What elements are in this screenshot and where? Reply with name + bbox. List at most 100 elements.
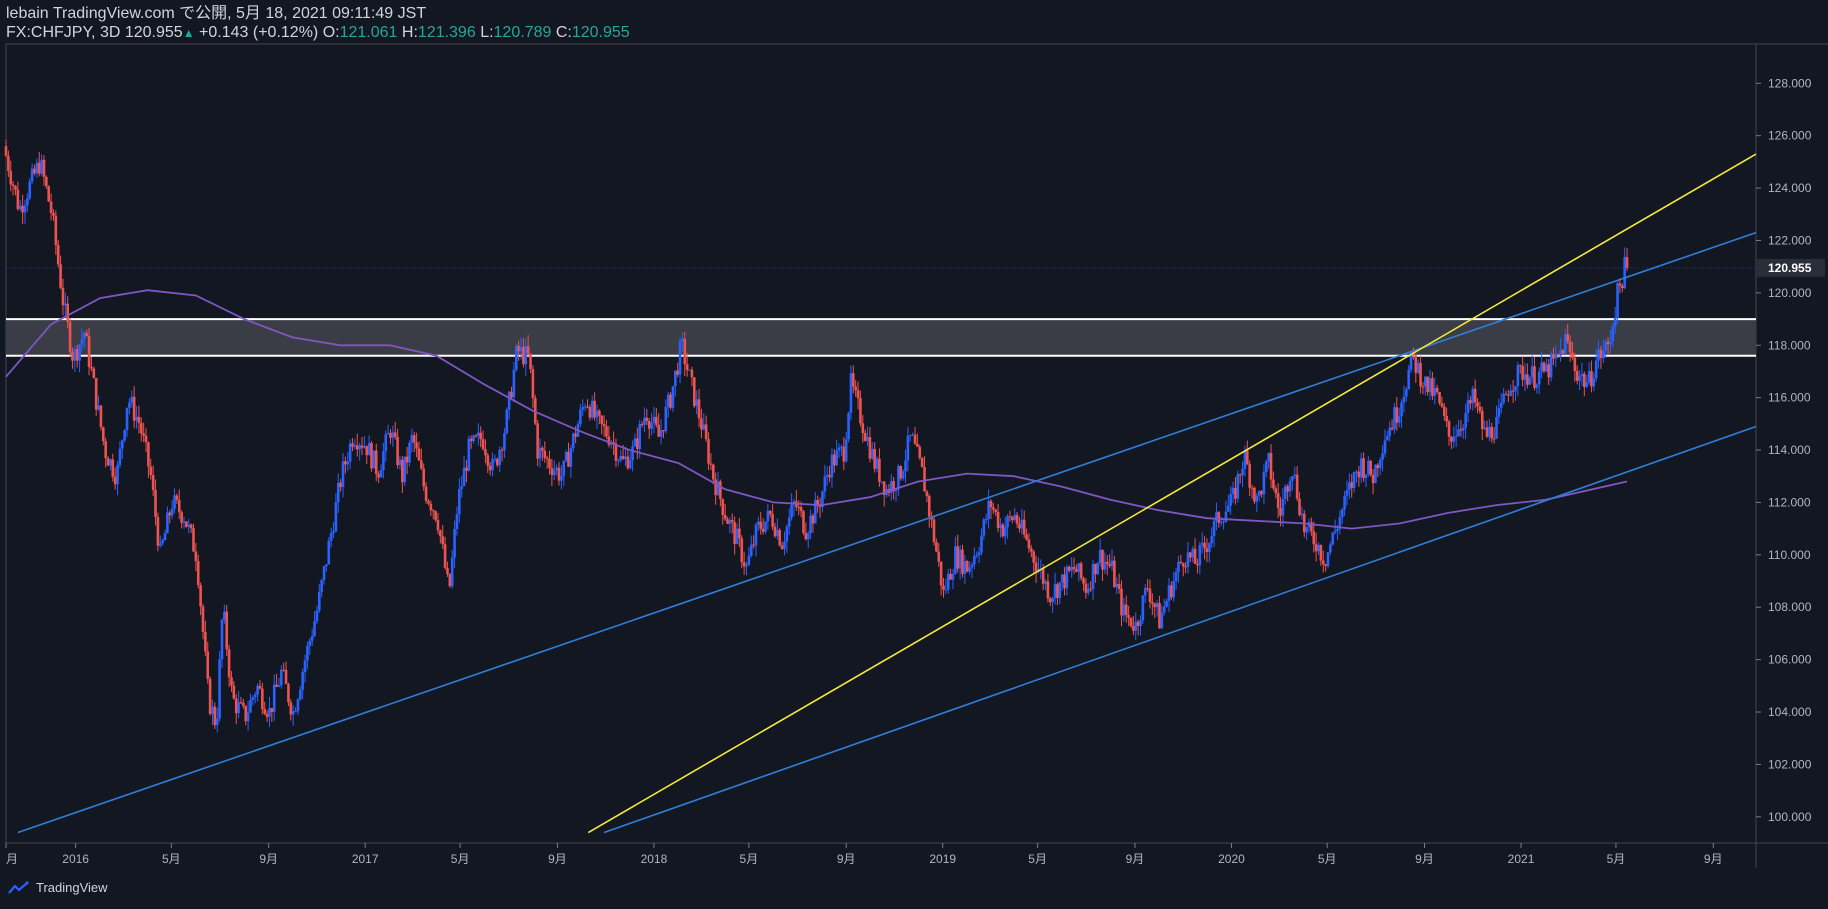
candle — [7, 150, 10, 178]
candle-body — [1177, 561, 1180, 573]
candle-body — [522, 346, 525, 365]
candle — [790, 493, 793, 521]
candle-body — [1208, 543, 1211, 553]
price-tick-label: 100.000 — [1768, 810, 1812, 824]
candle-body — [1222, 521, 1225, 523]
candle — [1167, 578, 1171, 612]
candle — [1530, 355, 1534, 384]
candle — [809, 509, 812, 540]
candle-body — [510, 391, 513, 398]
candle-body — [823, 476, 827, 492]
candle-body — [1084, 583, 1088, 593]
candle — [1442, 403, 1446, 421]
candle-body — [192, 528, 195, 552]
candle-body — [870, 448, 874, 459]
candle-body — [377, 473, 380, 478]
candle — [958, 545, 962, 580]
candle-body — [1293, 474, 1297, 477]
candle — [1177, 556, 1180, 583]
candle-body — [458, 489, 461, 515]
candle-body — [1552, 355, 1555, 359]
candle-body — [1210, 536, 1213, 544]
candle — [1222, 518, 1225, 530]
candle-body — [1526, 374, 1529, 385]
candle — [1459, 420, 1463, 437]
candle-body — [1585, 382, 1588, 388]
candle — [752, 535, 755, 549]
candle-body — [23, 205, 27, 213]
candle-body — [581, 407, 585, 410]
candle-body — [1340, 509, 1344, 518]
candle — [284, 661, 288, 685]
candle-body — [208, 678, 212, 714]
price-tick-label: 102.000 — [1768, 757, 1812, 771]
candle-body — [173, 495, 176, 509]
candle — [1058, 581, 1062, 605]
candle — [1053, 572, 1057, 605]
candle — [1096, 561, 1100, 575]
candle — [299, 685, 302, 701]
candle-body — [1383, 440, 1387, 454]
candle-body — [1537, 371, 1541, 385]
price-axis[interactable]: 100.000 102.000 104.000 106.000 108.000 110.0… — [6, 76, 1825, 824]
candle — [1348, 473, 1351, 500]
candle-body — [1438, 391, 1441, 404]
time-axis[interactable]: 月 2016 5月 9月 2017 5月 9月 2018 5月 9月 2019 5月 9月 2020 5月 9… — [5, 843, 1723, 866]
candle-body — [1025, 534, 1028, 540]
candle-body — [1528, 377, 1532, 385]
candle — [477, 423, 480, 446]
candle-body — [109, 459, 112, 466]
candle — [1537, 367, 1541, 395]
candle-body — [785, 526, 789, 542]
candle — [1516, 362, 1520, 397]
candle-body — [1426, 376, 1429, 393]
plot-border — [5, 43, 1828, 868]
candle — [465, 460, 468, 483]
candle-body — [776, 529, 779, 537]
candle — [1533, 356, 1536, 391]
candle-body — [1167, 585, 1171, 601]
candle-body — [370, 443, 373, 469]
candle-body — [593, 400, 596, 418]
candle-body — [569, 448, 573, 467]
candle — [735, 523, 739, 545]
candle — [833, 449, 836, 473]
candle-body — [1022, 519, 1026, 535]
candle — [690, 366, 694, 387]
candle-body — [728, 520, 732, 524]
candle-body — [498, 449, 501, 466]
candle — [1431, 371, 1434, 401]
price-tick-label: 122.000 — [1768, 233, 1812, 247]
candle-body — [1542, 362, 1546, 372]
candle-body — [711, 464, 715, 480]
candle-body — [1113, 560, 1116, 588]
candle — [1352, 471, 1356, 493]
candle — [507, 390, 511, 420]
candle — [1523, 362, 1527, 392]
candle-body — [674, 370, 677, 387]
candle-body — [676, 370, 679, 375]
candle-body — [1165, 600, 1168, 607]
candle — [1241, 461, 1244, 488]
price-chart[interactable]: 100.000 102.000 104.000 106.000 108.000 110.0… — [0, 0, 1828, 909]
candle-body — [151, 474, 155, 490]
candle — [272, 674, 276, 721]
candle-body — [1478, 406, 1482, 411]
candle — [1141, 594, 1145, 625]
candle-body — [702, 424, 706, 430]
candle-body — [289, 702, 293, 715]
candle-body — [961, 549, 964, 574]
candle-body — [484, 448, 487, 456]
candle — [842, 437, 846, 471]
candle — [429, 500, 433, 517]
candle-body — [213, 706, 217, 726]
candle-body — [1262, 471, 1266, 495]
candle — [745, 562, 748, 576]
candle — [64, 292, 67, 316]
candle — [358, 442, 361, 461]
candle-body — [1158, 603, 1161, 629]
candle-body — [344, 461, 347, 465]
candle-body — [662, 430, 665, 432]
candle — [987, 489, 990, 529]
candle — [590, 395, 594, 420]
